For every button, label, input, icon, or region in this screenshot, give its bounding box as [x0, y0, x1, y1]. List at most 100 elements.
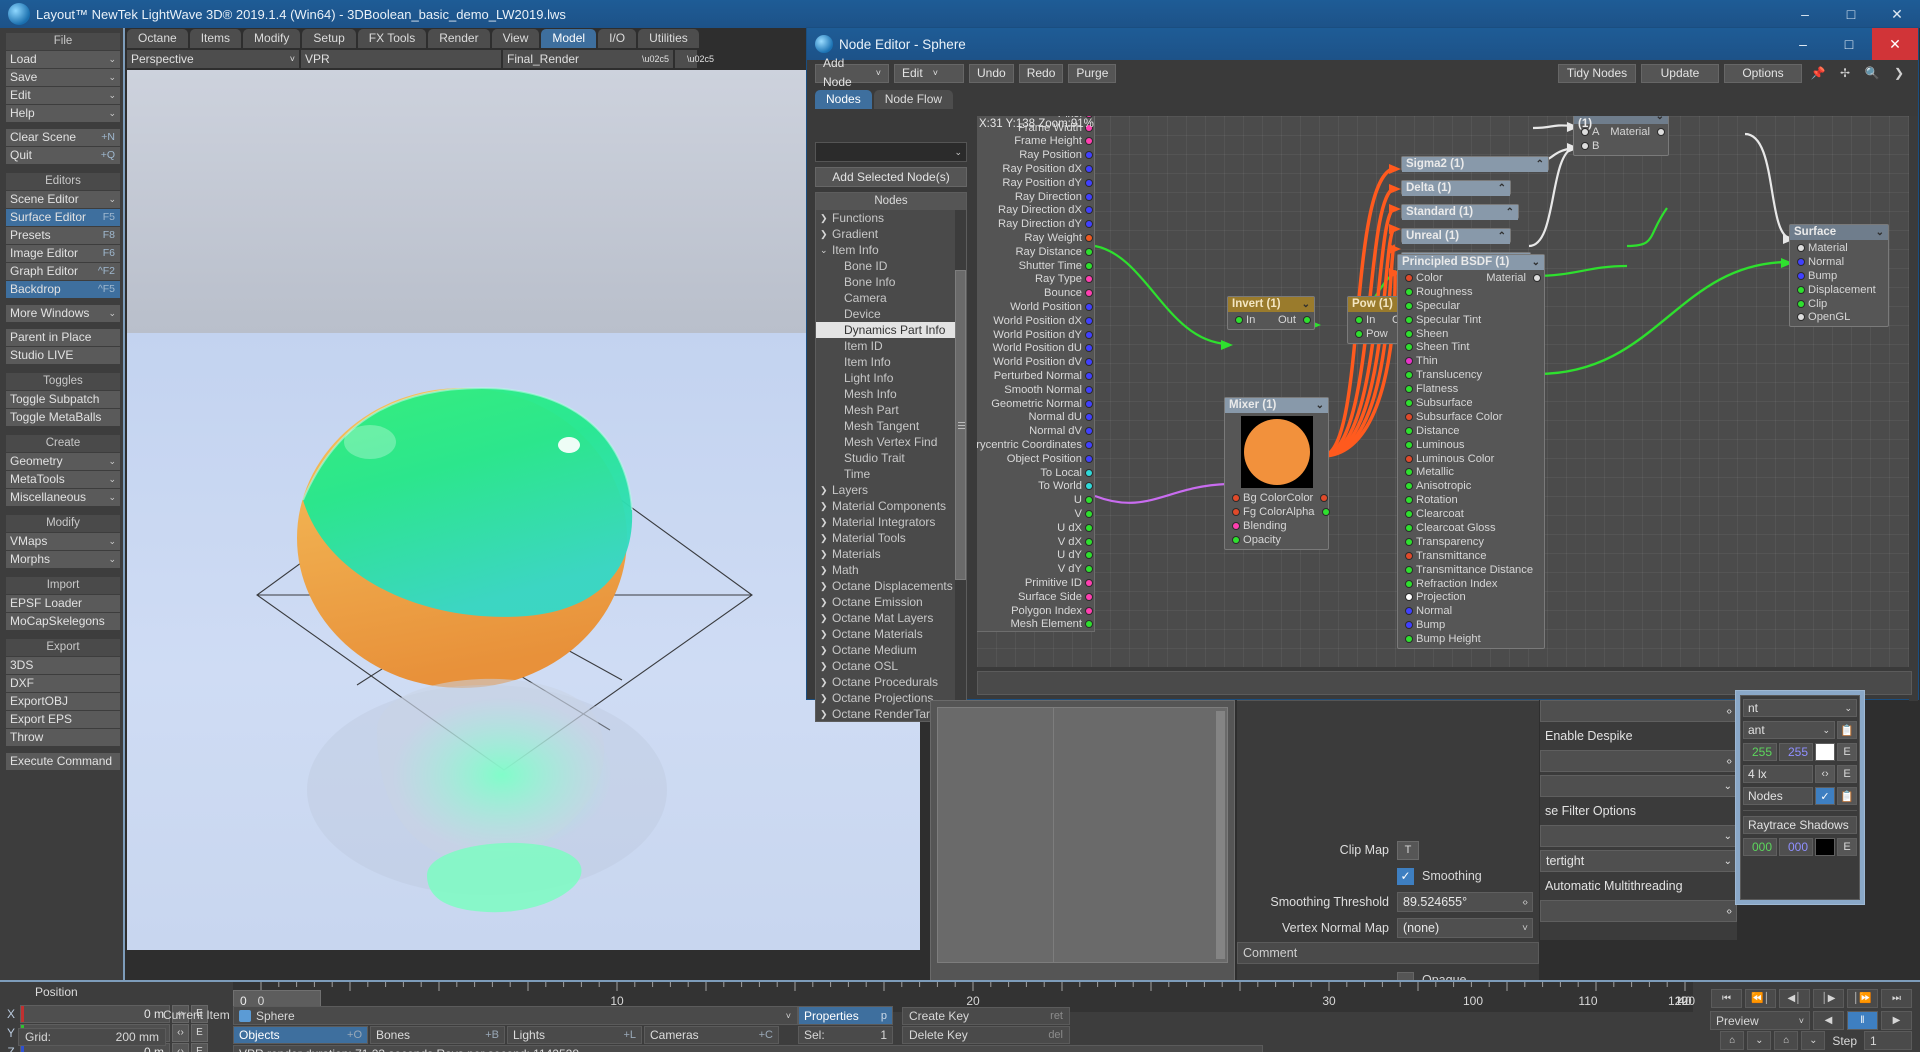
- sidebar-item-epsf-loader[interactable]: EPSF Loader: [6, 595, 120, 612]
- sidebar-item-presets[interactable]: Presets F8: [6, 227, 120, 244]
- spot-info-pin-ray-type[interactable]: Ray Type: [977, 273, 1094, 287]
- bsdf-port-bump[interactable]: Bump: [1398, 618, 1544, 632]
- chevron-right-icon[interactable]: ❯: [820, 498, 832, 514]
- bsdf-port-projection[interactable]: Projection: [1398, 590, 1544, 604]
- bsdf-port-transmittance-distance[interactable]: Transmittance Distance: [1398, 563, 1544, 577]
- sidebar-item-load[interactable]: Load ⌄: [6, 51, 120, 68]
- pin-dot-icon[interactable]: [1086, 386, 1092, 393]
- sidebar-item-exportobj[interactable]: ExportOBJ: [6, 693, 120, 710]
- node-list-item-functions[interactable]: ❯ Functions: [816, 210, 966, 226]
- node-port-row[interactable]: In Out: [1228, 313, 1314, 327]
- pin-dot-icon[interactable]: [1406, 538, 1412, 545]
- nodes-toggle-label[interactable]: Nodes: [1743, 787, 1813, 805]
- port-wrap[interactable]: Sheen Tint: [1402, 341, 1470, 353]
- tab-view[interactable]: View: [491, 29, 540, 48]
- node-list-item-bone-id[interactable]: Bone ID: [816, 258, 966, 274]
- preview-scrollbar[interactable]: [1216, 711, 1225, 959]
- bsdf-port-roughness[interactable]: Roughness: [1398, 285, 1544, 299]
- surface-port-displacement[interactable]: Displacement: [1790, 283, 1888, 297]
- node-port-row[interactable]: B: [1574, 139, 1668, 153]
- options-button[interactable]: Options: [1724, 63, 1802, 83]
- spot-info-pin-geometric-normal[interactable]: Geometric Normal: [977, 397, 1094, 411]
- spot-info-pin-polygon-index[interactable]: Polygon Index: [977, 604, 1094, 618]
- prev-key-button[interactable]: ⏪│: [1745, 989, 1776, 1008]
- spot-info-pin-normal-du[interactable]: Normal dU: [977, 411, 1094, 425]
- port-blending[interactable]: Blending: [1229, 520, 1287, 532]
- chevron-right-icon[interactable]: ❯: [820, 226, 832, 242]
- tab-model[interactable]: Model: [541, 29, 597, 48]
- clipboard-icon[interactable]: 📋: [1837, 721, 1857, 739]
- chevron-right-icon[interactable]: ❯: [820, 706, 832, 721]
- chevron-down-icon[interactable]: ⌄: [954, 147, 966, 158]
- surface-node[interactable]: Surface ⌄ Material Normal Bump Displacement…: [1789, 224, 1889, 328]
- pin-dot-icon[interactable]: [1086, 621, 1092, 628]
- node-list-item-dynamics-part-info[interactable]: Dynamics Part Info: [816, 322, 966, 338]
- pin-dot-icon[interactable]: [1406, 524, 1412, 531]
- comment-field[interactable]: Comment: [1237, 942, 1539, 964]
- pin-dot-icon[interactable]: [1406, 608, 1412, 615]
- spot-info-node[interactable]: PixelFrame WidthFrame HeightRay Position…: [977, 116, 1095, 633]
- chevron-right-icon[interactable]: ❯: [820, 210, 832, 226]
- node-list-item-mesh-part[interactable]: Mesh Part: [816, 402, 966, 418]
- play-forward-button[interactable]: ▶: [1881, 1011, 1912, 1030]
- pin-dot-icon[interactable]: [1406, 636, 1412, 643]
- color-green-value[interactable]: 255: [1743, 743, 1777, 761]
- port-in[interactable]: In: [1352, 314, 1375, 326]
- spot-info-pin-ray-direction-dy[interactable]: Ray Direction dY: [977, 217, 1094, 231]
- principled-bsdf-node[interactable]: Principled BSDF (1) ⌄ Color Material Rough…: [1397, 254, 1545, 650]
- minimize-icon[interactable]: –: [1780, 28, 1826, 60]
- pin-dot-icon[interactable]: [1086, 400, 1092, 407]
- bsdf-port-subsurface[interactable]: Subsurface: [1398, 396, 1544, 410]
- node-list-item-material-tools[interactable]: ❯ Material Tools: [816, 530, 966, 546]
- pin-dot-icon[interactable]: [1406, 413, 1412, 420]
- bsdf-port-transparency[interactable]: Transparency: [1398, 535, 1544, 549]
- port-wrap[interactable]: Luminous Color: [1402, 453, 1494, 465]
- sidebar-item-geometry[interactable]: Geometry ⌄: [6, 453, 120, 470]
- pin-dot-icon[interactable]: [1406, 566, 1412, 573]
- sidebar-item-3ds[interactable]: 3DS: [6, 657, 120, 674]
- spot-info-pin-ray-position-dx[interactable]: Ray Position dX: [977, 162, 1094, 176]
- chevron-up-icon[interactable]: ⌃: [1498, 181, 1510, 196]
- pin-dot-icon[interactable]: [1406, 316, 1412, 323]
- next-key-button[interactable]: │⏩: [1847, 989, 1878, 1008]
- light-select[interactable]: ant ⌄: [1743, 721, 1835, 739]
- node-list-item-octane-emission[interactable]: ❯ Octane Emission: [816, 594, 966, 610]
- port-wrap[interactable]: Flatness: [1402, 383, 1458, 395]
- port-wrap[interactable]: Bump Height: [1402, 633, 1481, 645]
- spot-info-pin-world-position-dv[interactable]: World Position dV: [977, 355, 1094, 369]
- bsdf-port-specular[interactable]: Specular: [1398, 299, 1544, 313]
- select-mode-cameras[interactable]: Cameras +C: [644, 1026, 779, 1044]
- color-blue-value[interactable]: 255: [1779, 743, 1813, 761]
- node-port-row[interactable]: Opacity: [1225, 533, 1328, 547]
- node-list-item-octane-procedurals[interactable]: ❯ Octane Procedurals: [816, 674, 966, 690]
- sidebar-item-parent-in-place[interactable]: Parent in Place: [6, 329, 120, 346]
- bsdf-port-luminous[interactable]: Luminous: [1398, 438, 1544, 452]
- chevron-down-icon[interactable]: ⌄: [1724, 856, 1732, 867]
- tab-utilities[interactable]: Utilities: [638, 29, 699, 48]
- bsdf-port-clearcoat-gloss[interactable]: Clearcoat Gloss: [1398, 521, 1544, 535]
- add-selected-nodes-button[interactable]: Add Selected Node(s): [815, 167, 967, 187]
- tab-fx-tools[interactable]: FX Tools: [357, 29, 427, 48]
- pin-dot-icon[interactable]: [1406, 441, 1412, 448]
- envelope-button[interactable]: E: [1837, 765, 1857, 783]
- surface-port-normal[interactable]: Normal: [1790, 255, 1888, 269]
- port-wrap[interactable]: Specular Tint: [1402, 314, 1481, 326]
- node-header[interactable]: Principled BSDF (1) ⌄: [1398, 255, 1544, 270]
- sidebar-item-studio-live[interactable]: Studio LIVE: [6, 347, 120, 364]
- sidebar-item-help[interactable]: Help ⌄: [6, 105, 120, 122]
- tidy-nodes-button[interactable]: Tidy Nodes: [1558, 63, 1636, 83]
- spot-info-pin-surface-side[interactable]: Surface Side: [977, 590, 1094, 604]
- delete-key-button[interactable]: Delete Key del: [902, 1026, 1070, 1044]
- port-wrap[interactable]: Projection: [1402, 591, 1466, 603]
- sidebar-item-backdrop[interactable]: Backdrop ^F5: [6, 281, 120, 298]
- pin-dot-icon[interactable]: [1406, 469, 1412, 476]
- pin-dot-icon[interactable]: [1798, 244, 1804, 251]
- chevron-right-icon[interactable]: ❯: [820, 626, 832, 642]
- port-opacity[interactable]: Opacity: [1229, 534, 1281, 546]
- port-fg-color[interactable]: Fg Color: [1229, 506, 1286, 518]
- node-header[interactable]: Surface ⌄: [1790, 225, 1888, 240]
- render-panel-row-0[interactable]: ‹›: [1540, 700, 1737, 722]
- pin-dot-icon[interactable]: [1086, 607, 1092, 614]
- port-out-color[interactable]: Color: [1287, 492, 1328, 504]
- port-wrap[interactable]: Translucency: [1402, 369, 1482, 381]
